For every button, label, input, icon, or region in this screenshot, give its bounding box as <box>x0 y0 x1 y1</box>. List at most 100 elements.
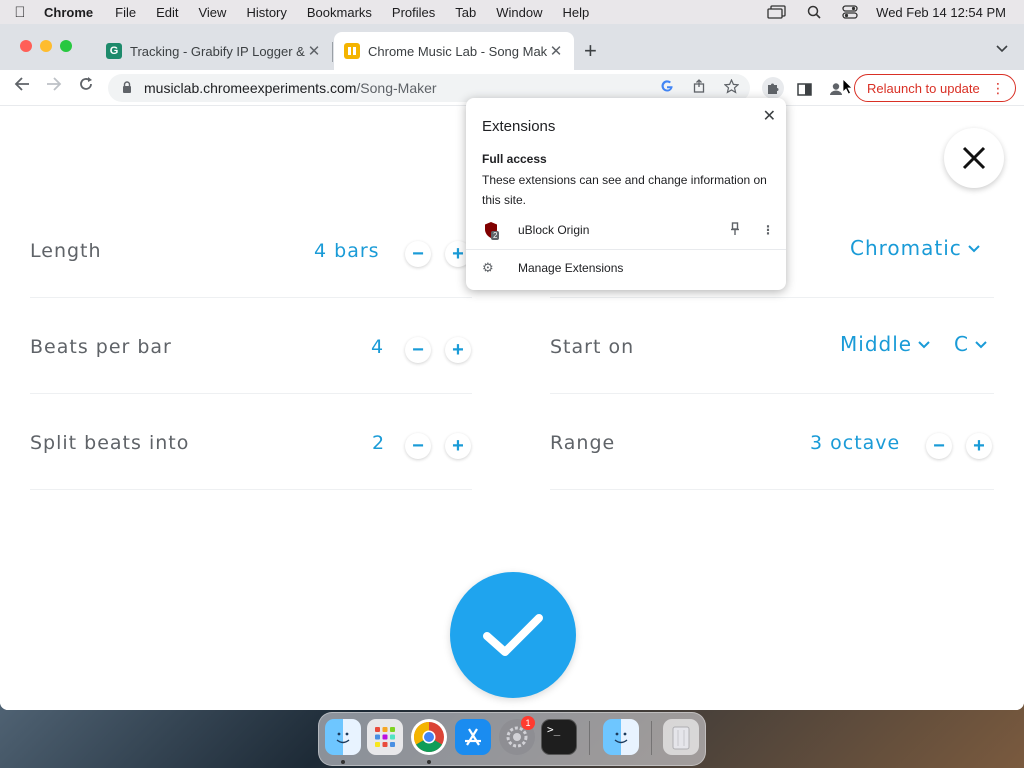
tab-strip: G Tracking - Grabify IP Logger & ✕ Chrom… <box>0 24 1024 70</box>
dock: 1 >_ <box>318 712 706 766</box>
length-value: 4 bars <box>314 240 380 262</box>
split-label: Split beats into <box>30 432 190 454</box>
extension-badge: 2 <box>491 231 500 240</box>
share-icon[interactable] <box>692 79 706 96</box>
start-octave-dropdown[interactable]: Middle <box>840 332 930 356</box>
menu-view[interactable]: View <box>188 5 236 20</box>
relaunch-label: Relaunch to update <box>867 80 980 96</box>
menu-app-name[interactable]: Chrome <box>40 5 105 20</box>
relaunch-update-button[interactable]: Relaunch to update ⋮ <box>854 74 1016 102</box>
close-tab-icon[interactable]: ✕ <box>548 42 564 60</box>
terminal-icon[interactable]: >_ <box>541 719 577 755</box>
beats-decrease-button[interactable]: − <box>405 337 431 363</box>
more-vert-icon[interactable]: ⋮ <box>762 223 774 237</box>
manage-extensions-button[interactable]: ⚙ Manage Extensions <box>482 260 623 276</box>
grabify-icon: G <box>106 43 122 59</box>
range-increase-button[interactable]: + <box>966 433 992 459</box>
close-settings-button[interactable] <box>944 128 1004 188</box>
window-controls <box>20 40 72 52</box>
start-octave-value: Middle <box>840 332 913 356</box>
app-store-icon[interactable] <box>455 719 491 755</box>
more-vert-icon[interactable]: ⋮ <box>991 80 1005 97</box>
beats-label: Beats per bar <box>30 336 172 358</box>
range-value: 3 octave <box>810 432 901 454</box>
finder-folder-icon[interactable] <box>603 719 639 755</box>
popup-title: Extensions <box>482 118 556 135</box>
tab-grabify[interactable]: G Tracking - Grabify IP Logger & ✕ <box>96 32 332 70</box>
chrome-icon[interactable] <box>411 719 447 755</box>
range-decrease-button[interactable]: − <box>926 433 952 459</box>
tab-title: Chrome Music Lab - Song Mak <box>368 43 548 59</box>
menu-help[interactable]: Help <box>553 5 600 20</box>
tab-search-chevron-icon[interactable] <box>996 40 1008 56</box>
back-button[interactable] <box>6 76 38 97</box>
search-icon[interactable] <box>803 5 825 19</box>
control-center-icon[interactable] <box>839 5 861 19</box>
length-decrease-button[interactable]: − <box>405 241 431 267</box>
url-path: /Song-Maker <box>356 80 437 96</box>
music-lab-icon <box>344 43 360 59</box>
menu-bookmarks[interactable]: Bookmarks <box>297 5 382 20</box>
menu-profiles[interactable]: Profiles <box>382 5 445 20</box>
finder-icon[interactable] <box>325 719 361 755</box>
scale-value: Chromatic <box>850 236 962 260</box>
menu-edit[interactable]: Edit <box>146 5 188 20</box>
trash-icon[interactable] <box>663 719 699 755</box>
zoom-window-button[interactable] <box>60 40 72 52</box>
menubar-clock[interactable]: Wed Feb 14 12:54 PM <box>876 5 1006 20</box>
new-tab-button[interactable]: + <box>584 38 597 64</box>
confirm-settings-button[interactable] <box>450 572 576 698</box>
side-panel-icon[interactable] <box>794 79 814 99</box>
running-indicator <box>341 760 345 764</box>
tab-divider <box>332 42 333 62</box>
split-value: 2 <box>372 432 386 454</box>
full-access-description: These extensions can see and change info… <box>482 173 767 207</box>
url-host: musiclab.chromeexperiments.com <box>144 80 357 96</box>
dock-divider <box>651 721 652 755</box>
bookmark-star-icon[interactable] <box>723 78 740 97</box>
start-note-value: C <box>954 332 969 356</box>
extensions-puzzle-icon[interactable] <box>762 77 784 99</box>
close-tab-icon[interactable]: ✕ <box>306 42 322 60</box>
beats-increase-button[interactable]: + <box>445 337 471 363</box>
extension-name: uBlock Origin <box>518 223 590 237</box>
lock-icon[interactable] <box>122 80 134 96</box>
menu-tab[interactable]: Tab <box>445 5 486 20</box>
menu-window[interactable]: Window <box>486 5 552 20</box>
menu-bar:  Chrome File Edit View History Bookmark… <box>0 0 1024 24</box>
running-indicator <box>427 760 431 764</box>
mouse-cursor-icon <box>843 79 853 95</box>
close-window-button[interactable] <box>20 40 32 52</box>
start-note-dropdown[interactable]: C <box>954 332 987 356</box>
menu-file[interactable]: File <box>105 5 146 20</box>
google-icon[interactable] <box>660 79 674 96</box>
pin-icon[interactable] <box>730 221 740 239</box>
split-decrease-button[interactable]: − <box>405 433 431 459</box>
start-label: Start on <box>550 336 635 358</box>
range-label: Range <box>550 432 616 454</box>
notification-badge: 1 <box>521 716 535 730</box>
dock-divider <box>589 721 590 755</box>
minimize-window-button[interactable] <box>40 40 52 52</box>
scale-dropdown[interactable]: Chromatic <box>850 236 980 260</box>
extension-item-ublock[interactable]: 2 uBlock Origin ⋮ <box>482 218 778 242</box>
manage-extensions-label: Manage Extensions <box>518 261 624 275</box>
forward-button[interactable] <box>38 76 70 97</box>
ublock-origin-icon: 2 <box>482 221 500 240</box>
chevron-down-icon <box>975 337 987 352</box>
extensions-popup: Extensions ✕ Full access These extension… <box>466 98 786 290</box>
close-popup-icon[interactable]: ✕ <box>763 106 776 126</box>
chevron-down-icon <box>968 241 980 256</box>
window-switch-icon[interactable] <box>767 5 789 19</box>
gear-icon: ⚙ <box>482 260 494 275</box>
chevron-down-icon <box>918 337 930 352</box>
launchpad-icon[interactable] <box>367 719 403 755</box>
tab-music-lab[interactable]: Chrome Music Lab - Song Mak ✕ <box>334 32 574 70</box>
reload-button[interactable] <box>70 76 102 97</box>
menu-history[interactable]: History <box>236 5 296 20</box>
popup-divider <box>466 249 786 250</box>
apple-icon[interactable]:  <box>0 4 40 21</box>
length-label: Length <box>30 240 102 262</box>
full-access-heading: Full access <box>482 152 547 166</box>
split-increase-button[interactable]: + <box>445 433 471 459</box>
